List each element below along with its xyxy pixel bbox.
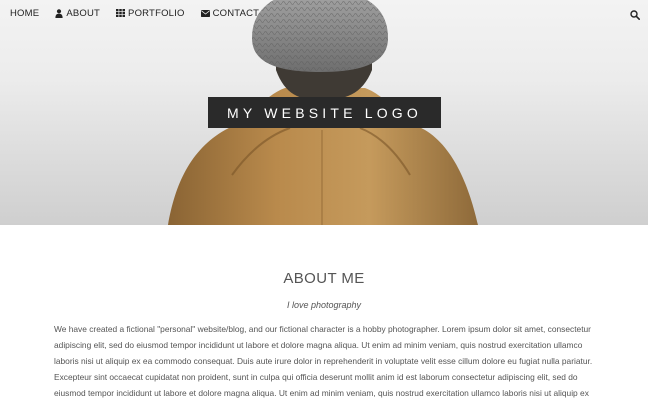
site-logo-text: MY WEBSITE LOGO [227, 104, 422, 121]
nav-portfolio-label: PORTFOLIO [128, 7, 185, 19]
site-logo[interactable]: MY WEBSITE LOGO [208, 97, 441, 128]
nav-contact[interactable]: CONTACT [200, 7, 260, 19]
hero-section: HOME ABOUT PORTFOLIO CONTACT MY WEBSITE … [0, 0, 648, 225]
nav-about[interactable]: ABOUT [55, 8, 100, 19]
nav-contact-label: CONTACT [212, 7, 260, 19]
about-title: ABOUT ME [283, 270, 365, 287]
user-icon [55, 8, 63, 18]
nav-portfolio[interactable]: PORTFOLIO [116, 8, 185, 19]
nav-about-label: ABOUT [66, 7, 101, 19]
grid-icon [116, 9, 126, 17]
nav-home[interactable]: HOME [10, 8, 39, 19]
nav-home-label: HOME [10, 7, 40, 19]
search-icon [630, 7, 640, 24]
about-body-text: We have created a fictional "personal" w… [54, 324, 593, 398]
about-section: ABOUT ME I love photography We have crea… [0, 225, 648, 401]
envelope-icon [200, 9, 210, 17]
top-navigation: HOME ABOUT PORTFOLIO CONTACT [0, 0, 648, 26]
search-button[interactable] [630, 7, 640, 25]
about-subtitle: I love photography [286, 300, 362, 310]
